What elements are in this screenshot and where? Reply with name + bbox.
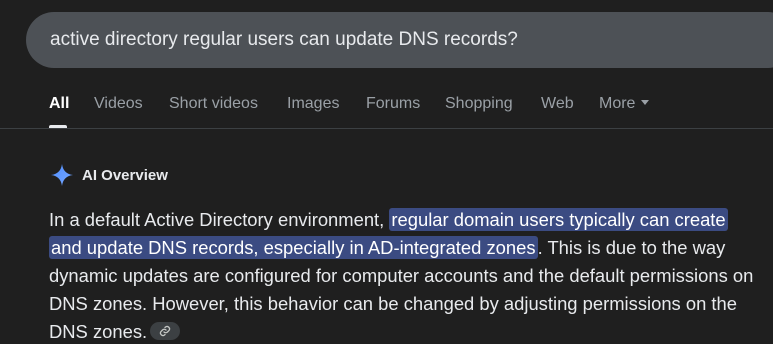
tab-short-videos[interactable]: Short videos xyxy=(169,95,258,113)
ai-overview-text: In a default Active Directory environmen… xyxy=(49,206,761,344)
tab-active-indicator xyxy=(49,125,67,128)
tab-web[interactable]: Web xyxy=(541,95,574,113)
chevron-down-icon xyxy=(641,100,650,106)
tab-images[interactable]: Images xyxy=(287,95,339,113)
overview-text-before: In a default Active Directory environmen… xyxy=(49,209,390,230)
ai-overview-title: AI Overview xyxy=(82,166,168,184)
tab-forums[interactable]: Forums xyxy=(366,95,420,113)
tab-more[interactable]: More xyxy=(599,95,650,113)
search-input[interactable] xyxy=(50,29,750,51)
search-bar[interactable] xyxy=(26,12,773,68)
tab-all[interactable]: All xyxy=(49,95,69,113)
tab-more-label: More xyxy=(599,95,636,112)
link-icon xyxy=(160,326,171,337)
sparkle-icon xyxy=(51,164,73,186)
source-link-button[interactable] xyxy=(150,322,181,341)
search-results-page: All Videos Short videos Images Forums Sh… xyxy=(0,0,773,344)
search-tabs: All Videos Short videos Images Forums Sh… xyxy=(0,84,773,129)
ai-overview-header: AI Overview xyxy=(50,163,168,187)
tab-shopping[interactable]: Shopping xyxy=(445,95,513,113)
tab-videos[interactable]: Videos xyxy=(94,95,143,113)
